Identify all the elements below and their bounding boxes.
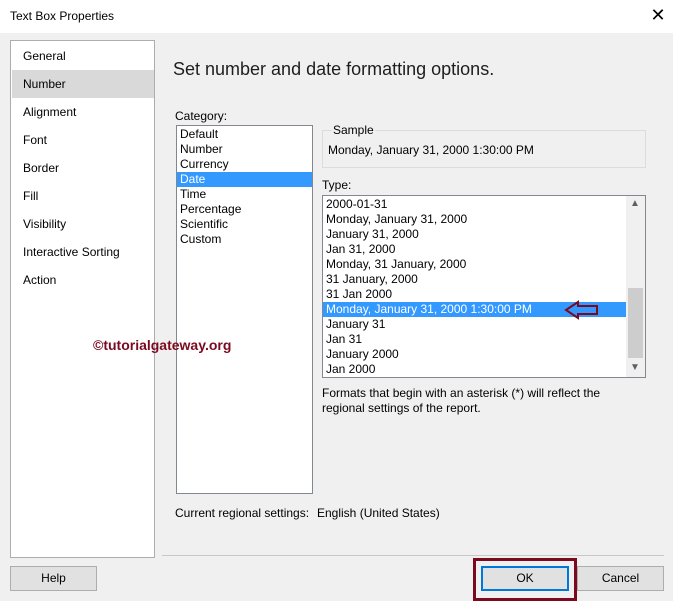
sample-label: Sample	[332, 123, 375, 137]
window-title: Text Box Properties	[10, 9, 115, 23]
title-bar: Text Box Properties ✕	[0, 0, 673, 33]
close-icon[interactable]: ✕	[648, 5, 668, 26]
category-item[interactable]: Date	[177, 172, 312, 187]
divider	[162, 555, 664, 556]
cancel-button[interactable]: Cancel	[577, 566, 664, 591]
sample-value: Monday, January 31, 2000 1:30:00 PM	[328, 143, 534, 157]
sidebar-item-fill[interactable]: Fill	[12, 182, 154, 210]
scroll-thumb[interactable]	[628, 288, 643, 358]
arrow-annotation-icon	[564, 300, 598, 320]
regional-value: English (United States)	[317, 506, 440, 520]
category-list[interactable]: Default Number Currency Date Time Percentage S…	[176, 125, 313, 494]
type-list[interactable]: 2000-01-31 Monday, January 31, 2000 Januar…	[322, 195, 646, 378]
ok-button[interactable]: OK	[481, 566, 569, 591]
type-item[interactable]: Jan 2000	[323, 362, 626, 377]
type-item[interactable]: Jan 31, 2000	[323, 242, 626, 257]
help-button[interactable]: Help	[10, 566, 97, 591]
type-item[interactable]: 2000-01-31	[323, 197, 626, 212]
sidebar-item-action[interactable]: Action	[12, 266, 154, 294]
note-line: Formats that begin with an asterisk (*) …	[322, 386, 601, 400]
page-title: Set number and date formatting options.	[173, 59, 495, 79]
type-item[interactable]: Jan 31	[323, 332, 626, 347]
category-label: Category:	[175, 109, 228, 123]
sidebar-item-border[interactable]: Border	[12, 154, 154, 182]
type-item[interactable]: 31 January, 2000	[323, 272, 626, 287]
sidebar-item-alignment[interactable]: Alignment	[12, 98, 154, 126]
category-item[interactable]: Scientific	[177, 217, 312, 232]
regional-label: Current regional settings:	[175, 506, 310, 520]
sidebar: General Number Alignment Font Border Fill Visi…	[10, 40, 155, 558]
category-item[interactable]: Number	[177, 142, 312, 157]
type-item[interactable]: Monday, January 31, 2000	[323, 212, 626, 227]
format-note: Formats that begin with an asterisk (*) …	[322, 386, 600, 416]
category-item[interactable]: Default	[177, 127, 312, 142]
sidebar-item-number[interactable]: Number	[12, 70, 154, 98]
scrollbar[interactable]: ▲ ▼	[626, 196, 645, 377]
scroll-down-icon[interactable]: ▼	[630, 362, 640, 373]
category-item[interactable]: Time	[177, 187, 312, 202]
category-item[interactable]: Custom	[177, 232, 312, 247]
category-item[interactable]: Percentage	[177, 202, 312, 217]
sidebar-item-general[interactable]: General	[12, 42, 154, 70]
sidebar-item-font[interactable]: Font	[12, 126, 154, 154]
sidebar-item-visibility[interactable]: Visibility	[12, 210, 154, 238]
scroll-up-icon[interactable]: ▲	[630, 198, 640, 209]
category-item[interactable]: Currency	[177, 157, 312, 172]
type-item[interactable]: January 31, 2000	[323, 227, 626, 242]
type-item[interactable]: Monday, 31 January, 2000	[323, 257, 626, 272]
sidebar-item-interactive-sorting[interactable]: Interactive Sorting	[12, 238, 154, 266]
note-line: regional settings of the report.	[322, 401, 481, 415]
type-label: Type:	[322, 178, 352, 192]
type-item[interactable]: January 2000	[323, 347, 626, 362]
watermark: ©tutorialgateway.org	[93, 337, 232, 353]
